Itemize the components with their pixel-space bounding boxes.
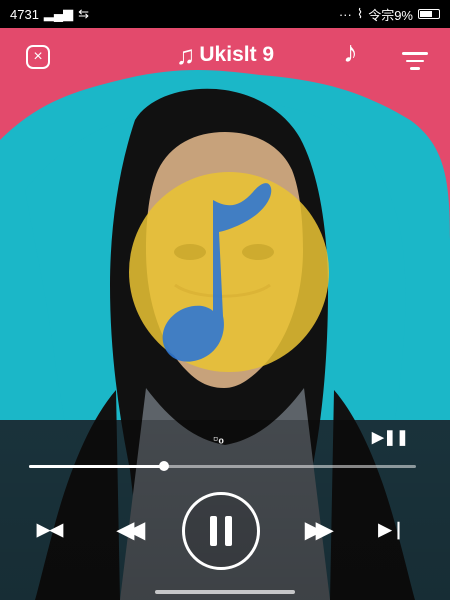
wifi-icon: ⌇ [356,6,364,21]
status-right: ··· ⌇ 令宗9% [339,5,440,24]
top-bar: × ♫ Ukislt 9 ♪ [0,34,450,84]
notification-dots-icon: ··· [338,6,352,22]
progress-fill [29,465,165,468]
music-note-icon: ♫ [175,40,196,70]
next-button[interactable]: ▶▶ [298,516,334,544]
next-icon: ▶▶ [305,517,333,542]
play-pause-button[interactable]: ▶❚❚ [372,428,409,446]
previous-button[interactable]: ◀◀ [110,516,146,544]
menu-line-icon [410,67,420,70]
time-text: 4731 [10,6,39,22]
page-title: Ukislt 9 [199,43,275,66]
pause-button[interactable] [182,492,260,570]
lyric-counter: ▫₀ [213,430,224,446]
progress-bar[interactable] [29,461,416,471]
battery-text: 令宗9% [368,7,413,23]
music-note-button[interactable]: ♪ [343,38,358,68]
menu-line-icon [406,59,424,62]
music-note-icon: ♪ [343,36,358,69]
previous-icon: ◀◀ [117,517,145,542]
data-icon: ⇆ [78,6,90,21]
music-badge-graphic [129,172,329,372]
pause-icon [210,516,232,546]
battery-icon [418,9,440,19]
repeat-button[interactable]: ▶◀ [36,517,64,543]
menu-button[interactable] [402,52,428,75]
lyric-count-text: ₀ [217,430,225,446]
repeat-icon: ▶◀ [36,520,64,539]
signal-icon: ▂▄▆ [43,6,74,21]
play-pause-icon: ▶❚❚ [372,429,409,446]
menu-line-icon [402,52,428,55]
home-indicator [155,590,295,594]
music-badge-icon [127,170,332,375]
status-bar: 4731 ▂▄▆ ⇆ ··· ⌇ 令宗9% [0,0,450,28]
skip-end-icon: ▶❘ [378,520,406,539]
title-wrap: ♫ Ukislt 9 [0,42,450,68]
status-left: 4731 ▂▄▆ ⇆ [10,6,89,22]
skip-end-button[interactable]: ▶❘ [378,517,406,543]
